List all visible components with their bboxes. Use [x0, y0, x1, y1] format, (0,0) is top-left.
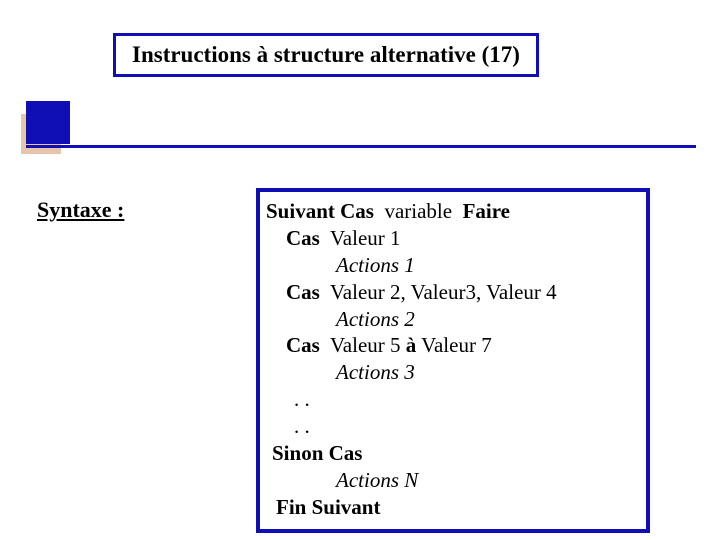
code-line-dots: . . [266, 386, 640, 413]
text-valeur: Valeur 7 [416, 333, 491, 357]
code-line-actions: Actions 1 [266, 252, 640, 279]
text-valeur: Valeur 1 [320, 226, 401, 250]
code-line: Suivant Cas variable Faire [266, 198, 640, 225]
code-line: Cas Valeur 5 à Valeur 7 [266, 332, 640, 359]
code-line-actions: Actions N [266, 467, 640, 494]
keyword-a: à [406, 333, 417, 357]
code-line: Cas Valeur 2, Valeur3, Valeur 4 [266, 279, 640, 306]
keyword-faire: Faire [463, 199, 510, 223]
text-valeur: Valeur 2, Valeur3, Valeur 4 [320, 280, 557, 304]
syntax-label: Syntaxe : [37, 197, 124, 223]
slide-title: Instructions à structure alternative (17… [113, 33, 539, 77]
code-line-dots: . . [266, 413, 640, 440]
code-line-actions: Actions 2 [266, 306, 640, 333]
code-line: Cas Valeur 1 [266, 225, 640, 252]
decorative-square [26, 101, 70, 144]
text-valeur: Valeur 5 [320, 333, 406, 357]
keyword-cas: Cas [286, 226, 320, 250]
keyword-sinon-cas: Sinon Cas [266, 440, 640, 467]
code-syntax-box: Suivant Cas variable Faire Cas Valeur 1 … [256, 188, 650, 533]
code-line-actions: Actions 3 [266, 359, 640, 386]
keyword-fin-suivant: Fin Suivant [266, 494, 640, 521]
keyword-cas: Cas [286, 280, 320, 304]
horizontal-rule [26, 145, 696, 148]
keyword-cas: Cas [286, 333, 320, 357]
keyword-suivant-cas: Suivant Cas [266, 199, 374, 223]
text-variable: variable [374, 199, 463, 223]
